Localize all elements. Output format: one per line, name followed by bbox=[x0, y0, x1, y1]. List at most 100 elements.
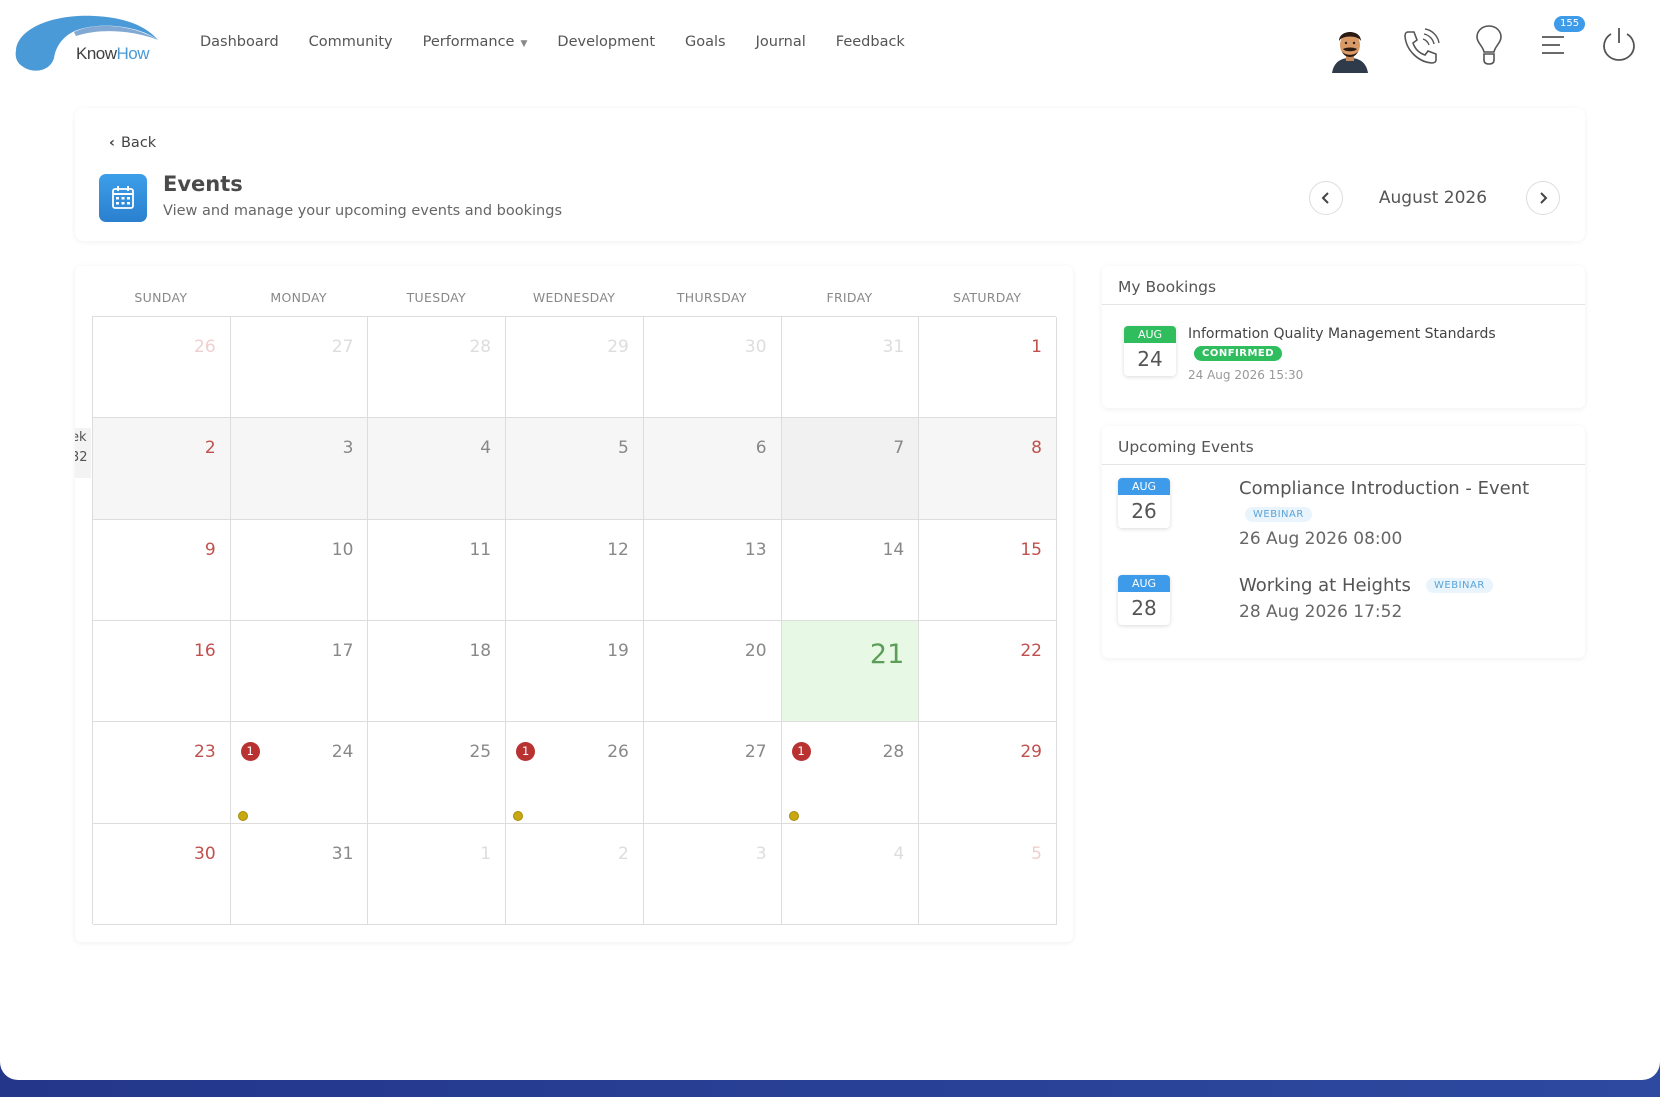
calendar-day-cell[interactable]: 26 1 bbox=[506, 722, 644, 824]
notification-badge[interactable]: 155 bbox=[1554, 16, 1586, 32]
calendar-day-cell[interactable]: 30 bbox=[93, 823, 231, 925]
calendar-day-cell[interactable]: 14 bbox=[781, 519, 920, 621]
calendar-day-cell[interactable]: 20 bbox=[643, 621, 782, 723]
nav-feedback[interactable]: Feedback bbox=[836, 34, 905, 50]
event-count-badge[interactable]: 1 bbox=[240, 742, 260, 762]
calendar-day-cell[interactable]: 17 bbox=[230, 621, 369, 723]
calendar-day-cell[interactable]: 13 bbox=[643, 519, 782, 621]
calendar-day-cell[interactable]: 4 bbox=[368, 418, 507, 520]
calendar-day-cell[interactable]: 1 bbox=[919, 317, 1057, 419]
calendar-day-cell[interactable]: 27 bbox=[643, 722, 782, 824]
calendar-icon bbox=[99, 174, 147, 222]
calendar-day-cell[interactable]: 31 bbox=[230, 823, 369, 925]
calendar-day-cell[interactable]: 1 bbox=[368, 823, 507, 925]
calendar-day-cell[interactable]: 18 bbox=[368, 621, 507, 723]
calendar-day-cell[interactable]: 19 bbox=[506, 621, 644, 723]
event-dot-icon[interactable] bbox=[237, 811, 248, 822]
back-button[interactable]: ‹ Back bbox=[109, 135, 156, 151]
calendar-day-cell[interactable]: 30 bbox=[643, 317, 782, 419]
booking-name[interactable]: Information Quality Management Standards bbox=[1188, 326, 1496, 342]
calendar-day-cell[interactable]: 15 bbox=[919, 519, 1057, 621]
calendar-day-cell[interactable]: 24 1 bbox=[230, 722, 369, 824]
events-header-card: ‹ Back Events View and manage your upcomi… bbox=[75, 108, 1585, 241]
calendar-day-cell[interactable]: 26 bbox=[93, 317, 231, 419]
event-name[interactable]: Compliance Introduction - Event bbox=[1239, 478, 1529, 499]
day-number: 3 bbox=[342, 438, 354, 459]
event-dot-icon[interactable] bbox=[788, 811, 799, 822]
calendar-day-cell[interactable]: 4 bbox=[781, 823, 920, 925]
day-number: 29 bbox=[607, 337, 629, 357]
day-number: 12 bbox=[607, 539, 629, 560]
day-number: 28 bbox=[882, 742, 905, 763]
day-number: 20 bbox=[744, 641, 767, 661]
calendar-day-cell[interactable]: 31 bbox=[781, 317, 920, 419]
week-number-label: ek 32 bbox=[75, 428, 91, 478]
menu-icon[interactable] bbox=[1540, 34, 1566, 56]
calendar-day-cell[interactable]: 8 bbox=[919, 418, 1057, 520]
calendar-day-cell[interactable]: 3 bbox=[230, 418, 369, 520]
nav-community[interactable]: Community bbox=[309, 34, 393, 50]
calendar-day-cell[interactable]: 25 bbox=[368, 722, 507, 824]
week-label-line: 32 bbox=[75, 450, 88, 465]
weekday-label: SATURDAY bbox=[953, 290, 1022, 305]
calendar-day-cell[interactable]: 7 bbox=[781, 418, 920, 520]
calendar-grid: 26 27 28 29 30 31 1 2 3 4 5 6 7 8 9 10 11 12 13 14 15 16 17 18 1… bbox=[92, 316, 1057, 925]
booking-datetime: 24 Aug 2026 15:30 bbox=[1188, 368, 1304, 382]
knowhow-logo[interactable]: KnowHow bbox=[14, 14, 160, 74]
booking-status-badge: CONFIRMED bbox=[1194, 346, 1283, 361]
divider bbox=[1102, 304, 1585, 305]
day-number: 31 bbox=[882, 337, 905, 357]
calendar-day-cell[interactable]: 27 bbox=[230, 317, 369, 419]
next-month-button[interactable] bbox=[1526, 181, 1560, 215]
calendar-day-cell[interactable]: 2 bbox=[506, 823, 644, 925]
nav-development[interactable]: Development bbox=[557, 34, 655, 50]
day-number: 4 bbox=[480, 438, 492, 459]
calendar-day-cell[interactable]: 6 bbox=[643, 418, 782, 520]
calendar-day-cell[interactable]: 16 bbox=[93, 621, 231, 723]
day-number: 4 bbox=[893, 843, 905, 864]
current-month-label: August 2026 bbox=[1378, 188, 1488, 208]
day-number: 1 bbox=[480, 843, 492, 864]
top-navigation: KnowHow Dashboard Community Performance ▼… bbox=[0, 0, 1660, 88]
calendar-day-cell[interactable]: 11 bbox=[368, 519, 507, 621]
power-icon[interactable] bbox=[1602, 26, 1636, 62]
previous-month-button[interactable] bbox=[1309, 181, 1343, 215]
nav-performance[interactable]: Performance ▼ bbox=[423, 34, 528, 50]
event-name[interactable]: Working at Heights bbox=[1239, 575, 1411, 596]
calendar-day-cell[interactable]: 12 bbox=[506, 519, 644, 621]
day-number: 13 bbox=[744, 539, 767, 560]
nav-journal[interactable]: Journal bbox=[756, 34, 806, 50]
event-count-badge[interactable]: 1 bbox=[791, 742, 811, 762]
day-number: 25 bbox=[469, 742, 492, 763]
calendar-day-cell[interactable]: 9 bbox=[93, 519, 231, 621]
booking-date-badge: AUG 24 bbox=[1124, 326, 1176, 376]
day-number: 18 bbox=[469, 641, 492, 661]
logo-text: KnowHow bbox=[76, 44, 150, 63]
calendar-day-cell[interactable]: 3 bbox=[643, 823, 782, 925]
event-dot-icon[interactable] bbox=[513, 811, 524, 822]
day-number: 7 bbox=[893, 438, 905, 459]
calendar-day-cell[interactable]: 5 bbox=[919, 823, 1057, 925]
calendar-day-cell[interactable]: 29 bbox=[919, 722, 1057, 824]
calendar-day-cell[interactable]: 22 bbox=[919, 621, 1057, 723]
avatar[interactable] bbox=[1328, 25, 1372, 73]
calendar-day-cell[interactable]: 28 1 bbox=[781, 722, 920, 824]
phone-icon[interactable] bbox=[1400, 26, 1440, 66]
day-number: 8 bbox=[1031, 438, 1042, 459]
calendar-day-cell[interactable]: 2 bbox=[93, 418, 231, 520]
lightbulb-icon[interactable] bbox=[1474, 24, 1504, 66]
event-count-badge[interactable]: 1 bbox=[516, 742, 536, 762]
calendar-day-cell[interactable]: 29 bbox=[506, 317, 644, 419]
upcoming-events-card: Upcoming Events AUG 26 Compliance Introd… bbox=[1102, 426, 1585, 658]
calendar-day-cell[interactable]: 5 bbox=[506, 418, 644, 520]
event-day: 26 bbox=[1131, 499, 1157, 523]
calendar-day-cell[interactable]: 21 bbox=[781, 621, 920, 723]
nav-dashboard[interactable]: Dashboard bbox=[200, 34, 279, 50]
main-nav: Dashboard Community Performance ▼ Develop… bbox=[200, 34, 935, 50]
day-number: 28 bbox=[469, 337, 492, 357]
calendar-day-cell[interactable]: 28 bbox=[368, 317, 507, 419]
nav-goals[interactable]: Goals bbox=[685, 34, 726, 50]
calendar-day-cell[interactable]: 10 bbox=[230, 519, 369, 621]
calendar-day-cell[interactable]: 23 bbox=[93, 722, 231, 824]
day-number: 5 bbox=[1031, 843, 1042, 864]
